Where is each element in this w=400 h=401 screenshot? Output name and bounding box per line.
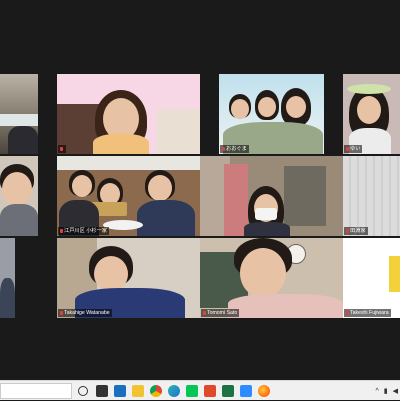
mic-muted-icon [222,146,225,151]
participant-name-label: おおぐま [220,145,249,153]
mic-muted-icon [346,228,349,233]
video-tile[interactable] [0,238,15,318]
store-icon[interactable] [114,385,126,397]
mic-muted-icon [203,310,206,315]
file-explorer-icon[interactable] [96,385,108,397]
mic-muted-icon [60,228,63,233]
network-icon[interactable]: ▮ [384,387,388,395]
mic-muted-icon [60,146,63,151]
video-tile[interactable] [200,156,343,236]
video-gallery: おおぐま ゆい 江戸川区 小杉一家 田淵家 Takahige Watanabe … [0,0,400,380]
chrome-icon[interactable] [150,385,162,397]
task-view-icon[interactable] [78,386,88,396]
excel-icon[interactable] [222,385,234,397]
participant-name-label: 江戸川区 小杉一家 [58,227,109,235]
video-tile[interactable]: 田淵家 [343,156,400,236]
volume-icon[interactable]: ◀ [393,387,398,395]
mail-icon[interactable] [132,385,144,397]
video-tile[interactable]: Tomomi Sato [200,238,343,318]
taskbar-search-box[interactable] [0,383,72,399]
system-tray: ^ ▮ ◀ [375,381,398,401]
mic-muted-icon [346,310,349,315]
participant-name-label: ゆい [344,145,363,153]
windows-taskbar: ^ ▮ ◀ [0,380,400,400]
video-tile[interactable] [0,74,38,154]
edge-icon[interactable] [168,385,180,397]
office-icon[interactable] [204,385,216,397]
participant-name-label: 田淵家 [344,227,368,235]
video-tile-active-speaker[interactable] [57,74,200,154]
chevron-up-icon[interactable]: ^ [375,388,378,395]
participant-name-label: Tomomi Sato [201,309,240,317]
mic-muted-icon [346,146,349,151]
zoom-icon[interactable] [240,385,252,397]
participant-name-label [58,145,66,153]
line-icon[interactable] [186,385,198,397]
participant-name-label: Takahige Watanabe [58,309,112,317]
video-tile[interactable]: Takahige Watanabe [57,238,200,318]
video-tile[interactable]: おおぐま [219,74,324,154]
mic-muted-icon [60,310,63,315]
firefox-icon[interactable] [258,385,270,397]
video-tile[interactable]: ゆい [343,74,400,154]
participant-name-label: Takeshi Fujiwara [344,309,391,317]
video-tile[interactable]: 江戸川区 小杉一家 [57,156,200,236]
video-tile[interactable] [0,156,38,236]
video-tile[interactable]: Takeshi Fujiwara [343,238,400,318]
